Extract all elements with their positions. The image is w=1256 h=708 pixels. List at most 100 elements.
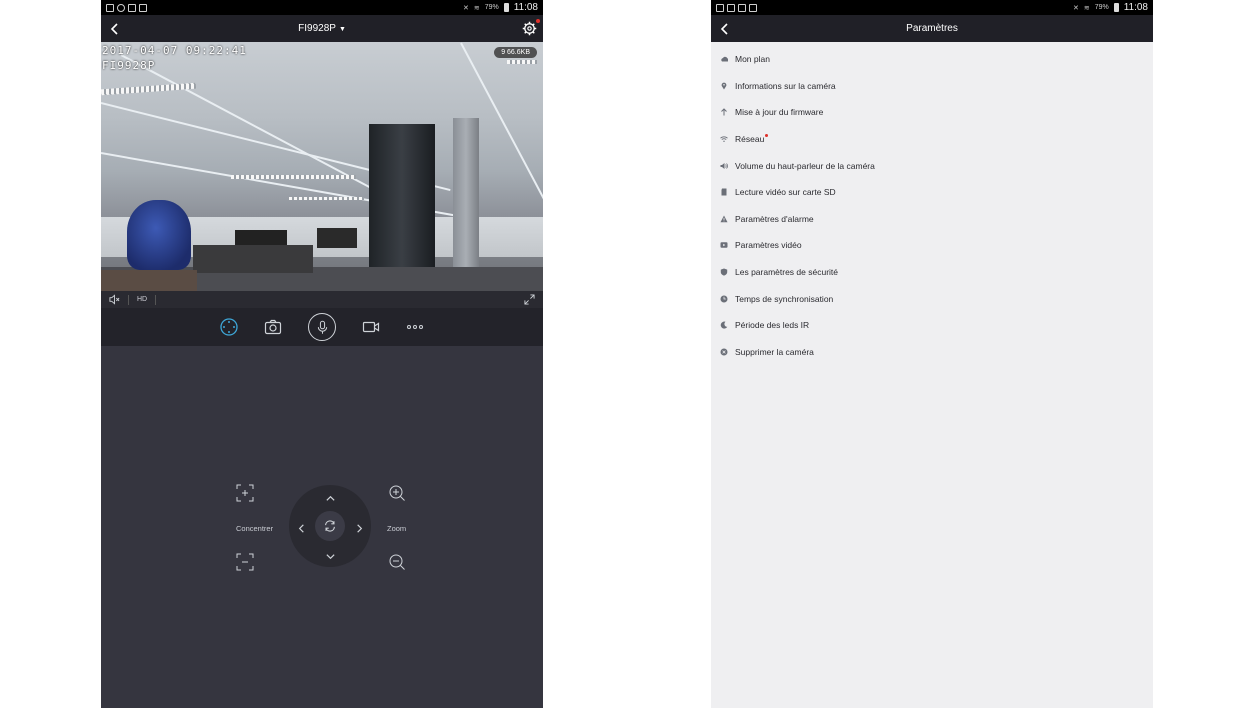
focus-out-icon[interactable] — [236, 553, 254, 571]
zoom-in-icon[interactable] — [388, 484, 406, 502]
status-bar: ✕ ≋ 79% 11:08 — [101, 0, 543, 15]
settings-item[interactable]: Lecture vidéo sur carte SD — [711, 179, 1153, 206]
talk-button[interactable] — [308, 313, 336, 341]
chevron-left-icon[interactable] — [294, 521, 308, 535]
ptz-panel: Concentrer Zoom — [101, 346, 543, 708]
more-icon — [407, 325, 423, 329]
settings-item[interactable]: Période des leds IR — [711, 312, 1153, 339]
wifi-icon — [719, 135, 728, 144]
more-button[interactable] — [406, 318, 424, 336]
speaker-icon — [719, 161, 728, 170]
battery-icon — [503, 3, 509, 12]
settings-item-label: Les paramètres de sécurité — [735, 267, 838, 278]
chevron-right-icon[interactable] — [352, 521, 366, 535]
settings-menu: Mon plan Informations sur la caméra Mise à… — [711, 42, 1153, 365]
settings-item[interactable]: Volume du haut-parleur de la caméra — [711, 152, 1153, 179]
settings-item-label: Lecture vidéo sur carte SD — [735, 187, 836, 198]
video-feed[interactable]: 2017-04-07 09:22:41 FI9928P 9 66.6KB — [101, 42, 543, 291]
record-icon — [362, 321, 380, 333]
ptz-reset-button[interactable] — [315, 511, 345, 541]
warning-icon — [719, 214, 728, 223]
zoom-out-icon[interactable] — [388, 553, 406, 571]
wifi-status-icon: ≋ — [473, 4, 480, 12]
settings-screen: ✕ ≋ 79% 11:08 Paramètres Mon plan Informa… — [711, 0, 1153, 708]
camera-toolbar — [101, 308, 543, 346]
moon-icon — [719, 321, 728, 330]
settings-item-label: Réseau — [735, 134, 765, 145]
notification-icon — [106, 3, 114, 12]
mute-status-icon: ✕ — [462, 4, 469, 12]
chevron-up-icon[interactable] — [323, 491, 337, 505]
snapshot-button[interactable] — [264, 318, 282, 336]
notification-icon — [716, 3, 724, 12]
page-title: Paramètres — [906, 23, 958, 34]
settings-item[interactable]: Informations sur la caméra — [711, 73, 1153, 100]
notification-icon — [117, 3, 125, 12]
gear-icon[interactable] — [522, 21, 537, 36]
battery-percent: 79% — [484, 4, 499, 11]
status-bar: ✕ ≋ 79% 11:08 — [711, 0, 1153, 15]
settings-item[interactable]: Les paramètres de sécurité — [711, 259, 1153, 286]
battery-percent: 79% — [1094, 4, 1109, 11]
settings-item-label: Période des leds IR — [735, 320, 810, 331]
sd-card-icon — [719, 188, 728, 197]
settings-item-label: Supprimer la caméra — [735, 346, 814, 357]
settings-item-label: Mon plan — [735, 54, 770, 65]
ptz-button[interactable] — [220, 318, 238, 336]
settings-header: Paramètres — [711, 15, 1153, 42]
clock-icon — [719, 294, 728, 303]
notification-dot — [536, 19, 540, 23]
back-icon[interactable] — [110, 15, 120, 42]
quality-toggle[interactable]: HD — [137, 296, 147, 303]
camera-live-screen: ✕ ≋ 79% 11:08 FI9928P ▼ 2017-04-07 09:22… — [101, 0, 543, 708]
settings-item[interactable]: Supprimer la caméra — [711, 339, 1153, 366]
clock: 11:08 — [513, 2, 538, 13]
settings-item[interactable]: Mon plan — [711, 46, 1153, 73]
back-icon[interactable] — [720, 15, 730, 42]
settings-item-label: Informations sur la caméra — [735, 80, 836, 91]
wifi-status-icon: ≋ — [1083, 4, 1090, 12]
video-icon — [719, 241, 728, 250]
divider — [128, 294, 129, 305]
fullscreen-icon[interactable] — [524, 294, 535, 305]
divider — [155, 294, 157, 305]
camera-title: FI9928P — [298, 23, 336, 34]
cloud-icon — [719, 55, 728, 64]
settings-item-label: Paramètres d'alarme — [735, 213, 814, 224]
settings-item[interactable]: Temps de synchronisation — [711, 285, 1153, 312]
clock: 11:08 — [1123, 2, 1148, 13]
settings-item[interactable]: Mise à jour du firmware — [711, 99, 1153, 126]
refresh-icon — [325, 520, 335, 532]
camera-header: FI9928P ▼ — [101, 15, 543, 42]
notification-icon — [738, 3, 746, 12]
delete-icon — [719, 347, 728, 356]
focus-label: Concentrer — [236, 524, 274, 533]
settings-item-label: Volume du haut-parleur de la caméra — [735, 160, 875, 171]
settings-item-label: Paramètres vidéo — [735, 240, 802, 251]
video-timestamp: 2017-04-07 09:22:41 — [102, 44, 247, 57]
mute-icon[interactable] — [109, 294, 120, 305]
bitrate-badge: 9 66.6KB — [494, 47, 537, 58]
microphone-icon — [317, 320, 327, 334]
caret-down-icon: ▼ — [338, 26, 346, 33]
mute-status-icon: ✕ — [1072, 4, 1079, 12]
upload-arrow-icon — [719, 108, 728, 117]
camera-selector[interactable]: FI9928P ▼ — [298, 23, 346, 34]
chevron-down-icon[interactable] — [323, 549, 337, 563]
video-controls: HD — [101, 291, 543, 308]
zoom-label: Zoom — [387, 524, 407, 533]
location-icon — [719, 81, 728, 90]
record-button[interactable] — [362, 318, 380, 336]
notification-dot — [765, 133, 769, 137]
settings-item[interactable]: Paramètres vidéo — [711, 232, 1153, 259]
settings-item-label: Temps de synchronisation — [735, 293, 834, 304]
notification-icon — [749, 3, 757, 12]
settings-item[interactable]: Réseau — [711, 126, 1153, 153]
notification-icon — [128, 3, 136, 12]
ptz-icon — [220, 318, 238, 336]
notification-icon — [727, 3, 735, 12]
settings-item[interactable]: Paramètres d'alarme — [711, 206, 1153, 233]
settings-item-label: Mise à jour du firmware — [735, 107, 824, 118]
focus-in-icon[interactable] — [236, 484, 254, 502]
snapshot-icon — [264, 319, 282, 335]
